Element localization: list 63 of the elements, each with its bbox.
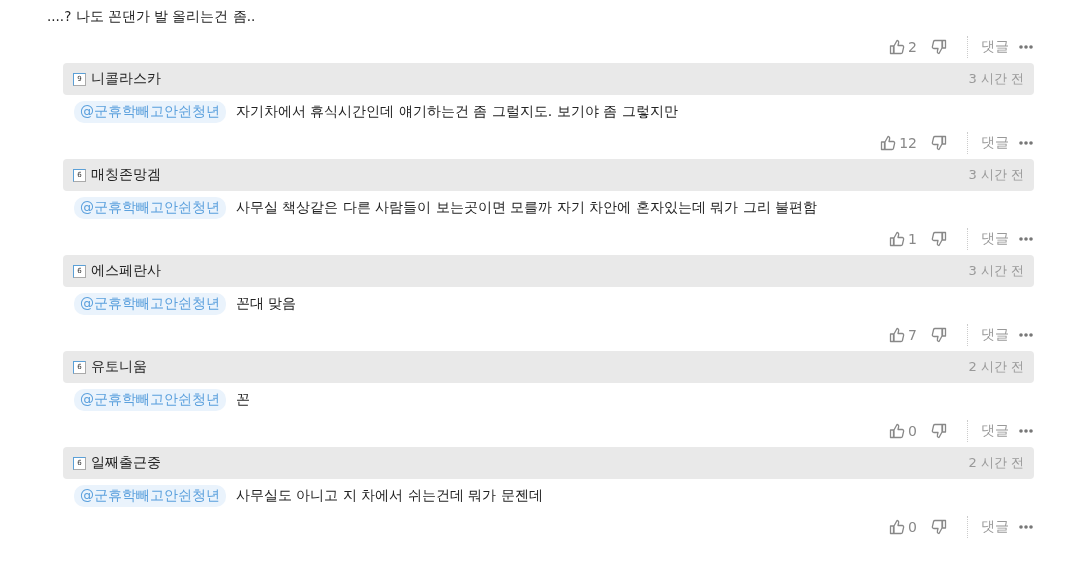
timestamp: 3 시간 전 [968, 166, 1024, 184]
mention-tag[interactable]: @군휴학빼고안쉰청년 [74, 485, 226, 507]
thumbs-down-icon [931, 135, 947, 151]
reply-button[interactable]: 댓글 [981, 518, 1009, 536]
author-name[interactable]: 에스페란사 [91, 262, 161, 280]
reply-text: 사무실도 아니고 지 차에서 쉬는건데 뭐가 문젠데 [236, 487, 543, 505]
more-icon[interactable] [1019, 140, 1033, 146]
mention-tag[interactable]: @군휴학빼고안쉰청년 [74, 293, 226, 315]
thumbs-up-icon [889, 327, 906, 343]
timestamp: 3 시간 전 [968, 70, 1024, 88]
dislike-button[interactable] [931, 327, 947, 343]
thumbs-down-icon [931, 231, 947, 247]
comment-text: ....? 나도 꼰댄가 발 올리는건 좀.. [47, 7, 257, 26]
dislike-button[interactable] [931, 231, 947, 247]
dislike-button[interactable] [931, 39, 947, 55]
more-icon[interactable] [1019, 44, 1033, 50]
like-count: 1 [908, 231, 917, 247]
author-name[interactable]: 유토니움 [91, 358, 147, 376]
like-button[interactable]: 0 [889, 423, 917, 439]
thumbs-up-icon [889, 423, 906, 439]
like-count: 12 [899, 135, 917, 151]
timestamp: 2 시간 전 [968, 358, 1024, 376]
mention-tag[interactable]: @군휴학빼고안쉰청년 [74, 197, 226, 219]
dislike-button[interactable] [931, 519, 947, 535]
more-icon[interactable] [1019, 428, 1033, 434]
reply-button[interactable]: 댓글 [981, 230, 1009, 248]
mention-tag[interactable]: @군휴학빼고안쉰청년 [74, 101, 226, 123]
like-button[interactable]: 0 [889, 519, 917, 535]
more-icon[interactable] [1019, 236, 1033, 242]
reply-button[interactable]: 댓글 [981, 38, 1009, 56]
dislike-button[interactable] [931, 135, 947, 151]
like-button[interactable]: 12 [880, 135, 917, 151]
author-name[interactable]: 매칭존망겜 [91, 166, 161, 184]
like-count: 2 [908, 39, 917, 55]
thumbs-down-icon [931, 519, 947, 535]
like-count: 0 [908, 423, 917, 439]
timestamp: 2 시간 전 [968, 454, 1024, 472]
like-count: 0 [908, 519, 917, 535]
like-count: 7 [908, 327, 917, 343]
author-name[interactable]: 니콜라스카 [91, 70, 161, 88]
timestamp: 3 시간 전 [968, 262, 1024, 280]
thumbs-up-icon [889, 39, 906, 55]
thumbs-down-icon [931, 423, 947, 439]
thumbs-down-icon [931, 327, 947, 343]
more-icon[interactable] [1019, 524, 1033, 530]
reply-text: 자기차에서 휴식시간인데 얘기하는건 좀 그럴지도. 보기야 좀 그렇지만 [236, 103, 678, 121]
author-name[interactable]: 일째출근중 [91, 454, 161, 472]
thumbs-up-icon [889, 231, 906, 247]
like-button[interactable]: 2 [889, 39, 917, 55]
reply-button[interactable]: 댓글 [981, 422, 1009, 440]
thumbs-up-icon [880, 135, 897, 151]
more-icon[interactable] [1019, 332, 1033, 338]
thumbs-down-icon [931, 39, 947, 55]
reply-text: 꼰 [236, 391, 250, 409]
reply-button[interactable]: 댓글 [981, 134, 1009, 152]
thumbs-up-icon [889, 519, 906, 535]
dislike-button[interactable] [931, 423, 947, 439]
reply-text: 꼰대 맞음 [236, 295, 297, 313]
like-button[interactable]: 1 [889, 231, 917, 247]
reply-text: 사무실 책상같은 다른 사람들이 보는곳이면 모를까 자기 차안에 혼자있는데 뭐가 그리 불편함 [236, 199, 817, 217]
mention-tag[interactable]: @군휴학빼고안쉰청년 [74, 389, 226, 411]
like-button[interactable]: 7 [889, 327, 917, 343]
reply-button[interactable]: 댓글 [981, 326, 1009, 344]
